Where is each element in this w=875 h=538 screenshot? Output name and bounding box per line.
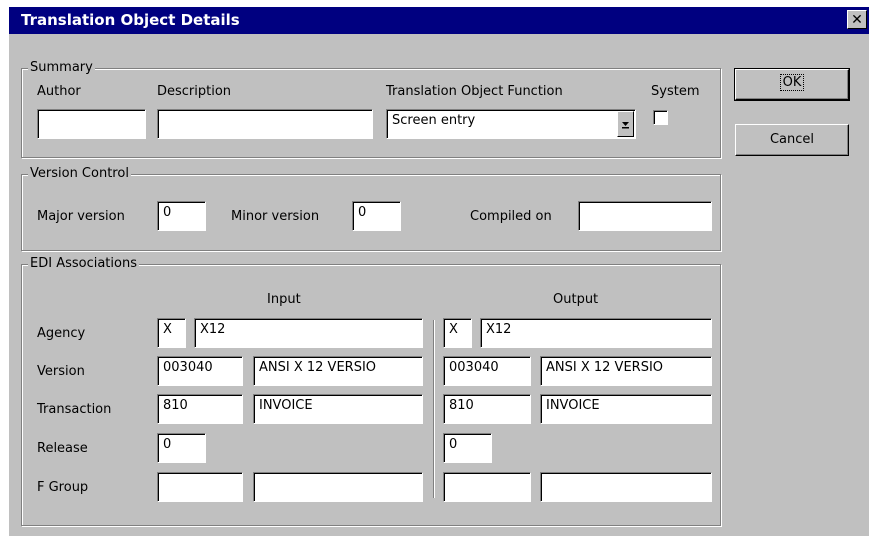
input-agency-code-field[interactable]: X bbox=[157, 318, 186, 348]
input-agency-desc-field[interactable]: X12 bbox=[194, 318, 423, 348]
release-label: Release bbox=[37, 441, 88, 456]
minor-version-label: Minor version bbox=[231, 209, 320, 224]
ok-button-label: OK bbox=[779, 74, 805, 91]
edi-associations-legend: EDI Associations bbox=[28, 256, 139, 271]
output-version-desc-field[interactable]: ANSI X 12 VERSIO bbox=[540, 356, 712, 386]
output-agency-code-field[interactable]: X bbox=[443, 318, 472, 348]
transaction-label: Transaction bbox=[37, 402, 112, 417]
author-field[interactable] bbox=[37, 109, 146, 139]
output-header: Output bbox=[553, 292, 599, 307]
output-version-code-field[interactable]: 003040 bbox=[443, 356, 531, 386]
input-transaction-code-field[interactable]: 810 bbox=[157, 394, 243, 424]
close-icon[interactable]: ✕ bbox=[847, 10, 867, 29]
function-select[interactable]: Screen entry bbox=[386, 109, 636, 139]
input-release-field[interactable]: 0 bbox=[157, 433, 206, 463]
input-header: Input bbox=[267, 292, 301, 307]
major-version-label: Major version bbox=[37, 209, 125, 224]
description-label: Description bbox=[157, 84, 232, 99]
output-release-field[interactable]: 0 bbox=[443, 433, 492, 463]
system-label: System bbox=[651, 84, 700, 99]
system-checkbox[interactable] bbox=[653, 110, 668, 125]
input-version-desc-field[interactable]: ANSI X 12 VERSIO bbox=[253, 356, 423, 386]
input-fgroup-code-field[interactable] bbox=[157, 472, 243, 502]
compiled-on-field[interactable] bbox=[578, 201, 712, 231]
compiled-on-label: Compiled on bbox=[470, 209, 552, 224]
cancel-button-label: Cancel bbox=[769, 132, 815, 147]
dialog-window: Translation Object Details ✕ Summary Aut… bbox=[0, 0, 875, 538]
title-bar[interactable]: Translation Object Details ✕ bbox=[9, 7, 869, 34]
author-label: Author bbox=[37, 84, 81, 99]
ok-button[interactable]: OK bbox=[734, 68, 850, 101]
input-version-code-field[interactable]: 003040 bbox=[157, 356, 243, 386]
major-version-field[interactable]: 0 bbox=[157, 201, 206, 231]
summary-legend: Summary bbox=[28, 60, 95, 75]
minor-version-field[interactable]: 0 bbox=[352, 201, 401, 231]
function-selected-value: Screen entry bbox=[392, 113, 476, 128]
output-fgroup-code-field[interactable] bbox=[443, 472, 531, 502]
dialog-client-area: Summary Author Description Translation O… bbox=[9, 34, 869, 536]
input-fgroup-desc-field[interactable] bbox=[253, 472, 423, 502]
output-fgroup-desc-field[interactable] bbox=[540, 472, 712, 502]
window-title: Translation Object Details bbox=[21, 11, 240, 29]
version-label: Version bbox=[37, 364, 85, 379]
output-agency-desc-field[interactable]: X12 bbox=[480, 318, 712, 348]
description-field[interactable] bbox=[157, 109, 373, 139]
input-output-separator bbox=[433, 320, 434, 498]
dropdown-arrow-icon[interactable] bbox=[617, 111, 634, 137]
output-transaction-code-field[interactable]: 810 bbox=[443, 394, 531, 424]
fgroup-label: F Group bbox=[37, 480, 89, 495]
function-label: Translation Object Function bbox=[386, 84, 563, 99]
input-transaction-desc-field[interactable]: INVOICE bbox=[253, 394, 423, 424]
agency-label: Agency bbox=[37, 326, 86, 341]
version-control-legend: Version Control bbox=[28, 166, 131, 181]
output-transaction-desc-field[interactable]: INVOICE bbox=[540, 394, 712, 424]
cancel-button[interactable]: Cancel bbox=[735, 124, 849, 156]
